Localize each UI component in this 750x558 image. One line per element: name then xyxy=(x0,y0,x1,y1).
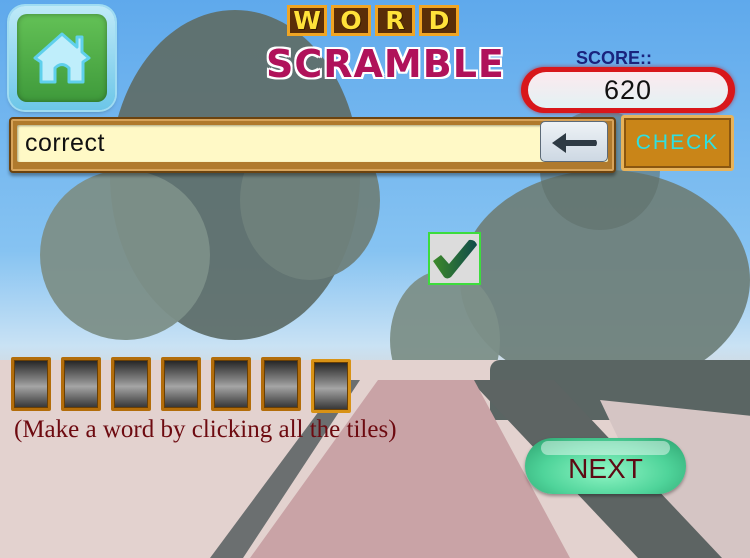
letter-tiles xyxy=(11,357,351,413)
answer-field[interactable]: correct xyxy=(17,125,608,162)
instruction-text: (Make a word by clicking all the tiles) xyxy=(14,416,397,443)
score-label: SCORE:: xyxy=(576,48,652,68)
result-indicator xyxy=(428,232,481,285)
check-button[interactable]: CHECK xyxy=(621,115,734,171)
letter-tile[interactable] xyxy=(211,357,251,411)
letter-tile[interactable] xyxy=(11,357,51,411)
tree-foliage xyxy=(40,170,210,340)
title-letter-tile: D xyxy=(419,5,459,36)
next-button-label: NEXT xyxy=(568,453,643,484)
answer-box: correct xyxy=(9,117,616,173)
letter-tile[interactable] xyxy=(311,359,351,413)
title-word: W O R D xyxy=(287,5,459,36)
title-scramble: SCRAMBLE xyxy=(266,42,505,86)
checkmark-icon xyxy=(433,239,477,279)
score-display: 620 xyxy=(521,67,735,113)
next-button[interactable]: NEXT xyxy=(525,438,686,494)
left-arrow-icon xyxy=(552,133,597,153)
letter-tile[interactable] xyxy=(111,357,151,411)
title-letter-tile: O xyxy=(331,5,371,36)
letter-tile[interactable] xyxy=(61,357,101,411)
title-letter-tile: W xyxy=(287,5,327,36)
home-button-face xyxy=(17,14,107,102)
home-button[interactable] xyxy=(9,6,115,110)
backspace-button[interactable] xyxy=(540,121,608,162)
letter-tile[interactable] xyxy=(261,357,301,411)
score-value: 620 xyxy=(528,72,728,108)
game-screen: W O R D SCRAMBLE SCORE:: 620 correct CHE… xyxy=(0,0,750,558)
title-letter-tile: R xyxy=(375,5,415,36)
letter-tile[interactable] xyxy=(161,357,201,411)
home-icon xyxy=(33,32,91,84)
